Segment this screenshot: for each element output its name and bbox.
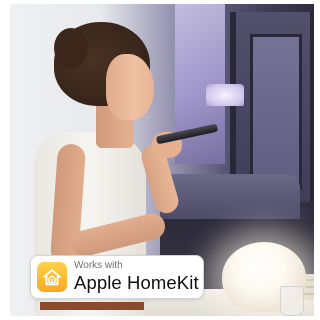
woman-face [106,54,154,120]
badge-works-with-label: Works with [74,260,123,272]
homekit-house-icon [37,262,67,292]
badge-apple-homekit-label: Apple HomeKit [74,272,199,294]
background-lamp [206,84,244,106]
woman-hair-bun [54,28,88,68]
drinking-glass [280,286,304,316]
background-window-pane [250,34,302,190]
works-with-homekit-badge: Works with Apple HomeKit [30,255,204,299]
woman-belt [40,302,144,310]
badge-text: Works with Apple HomeKit [74,261,199,293]
background-sofa [160,174,300,224]
